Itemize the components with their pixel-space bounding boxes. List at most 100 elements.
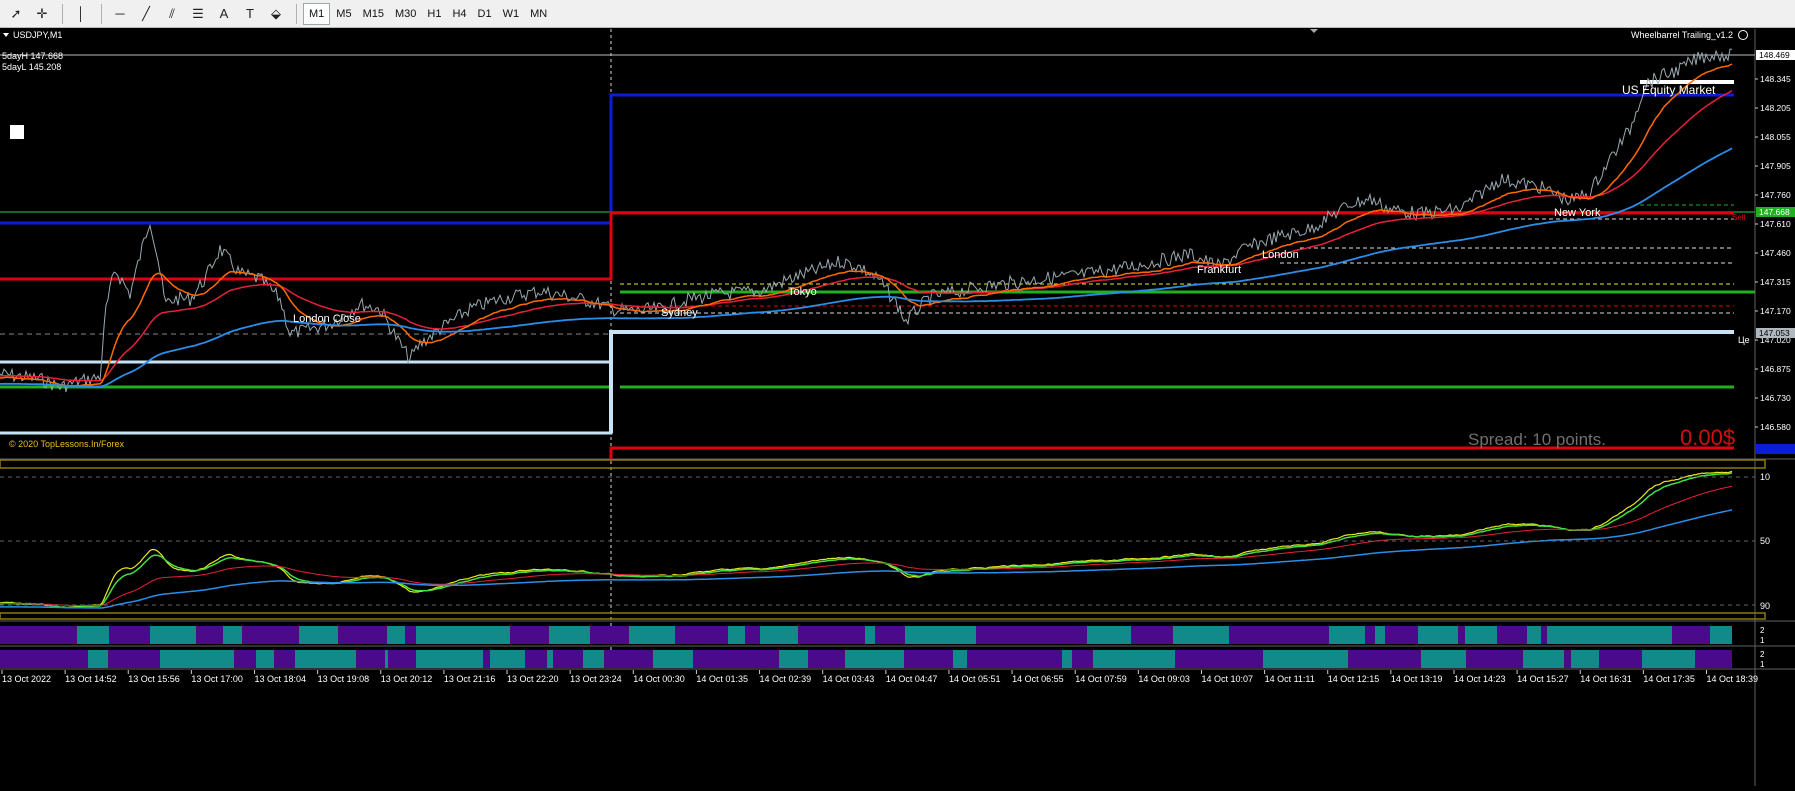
chart-shift-marker-icon[interactable] [1310, 29, 1318, 33]
level-lightblue-box[interactable] [0, 360, 613, 435]
fibonacci-icon[interactable]: ☰ [186, 3, 210, 25]
toolbar-separator [296, 3, 297, 24]
timeframe-m1-button[interactable]: M1 [303, 2, 331, 25]
price-series-line [0, 48, 1733, 393]
price-axis-label: 148.055 [1760, 132, 1791, 142]
histogram-bar-row1 [77, 626, 90, 644]
histogram-bar-row2 [324, 650, 350, 668]
chart-canvas[interactable]: USDJPY,M1 5dayH 147.668 5dayL 145.208 © … [0, 29, 1795, 786]
histogram-bar-row2 [1175, 650, 1216, 668]
histogram-bar-row2 [1496, 650, 1523, 668]
histogram-bar-row1 [90, 626, 109, 644]
time-axis-label: 14 Oct 05:51 [949, 674, 1001, 684]
timeframe-h4-button[interactable]: H4 [447, 3, 471, 25]
time-axis-label: 14 Oct 01:35 [696, 674, 748, 684]
time-axis[interactable]: 13 Oct 2022 13 Oct 14:52 13 Oct 15:56 13 Oc… [1, 670, 1758, 684]
histogram-bar-row1 [760, 626, 798, 644]
histogram-bar-row1 [1190, 626, 1229, 644]
session-label-frankfurt: Frankfurt [1197, 264, 1241, 276]
histogram-bar-row2 [234, 650, 256, 668]
symbol-title: USDJPY,M1 [13, 30, 62, 40]
histogram-bar-row1 [945, 626, 976, 644]
time-axis-label: 14 Oct 12:15 [1328, 674, 1380, 684]
dayhigh-price-tag: 147.668 [1759, 207, 1790, 217]
histogram-bar-row2 [1489, 650, 1496, 668]
level-red-low[interactable] [609, 446, 1734, 459]
histogram-bar-row2 [274, 650, 295, 668]
crosshair-icon[interactable]: ✛ [30, 3, 54, 25]
histogram-bar-row2 [1072, 650, 1093, 668]
time-axis-label: 13 Oct 19:08 [318, 674, 370, 684]
chart-menu-arrow-icon[interactable] [3, 33, 9, 37]
level-blue-price-tag [1756, 444, 1795, 454]
histogram-bar-row2 [388, 650, 416, 668]
osc-red-line [0, 485, 1733, 607]
histogram-bar-row1 [976, 626, 1014, 644]
current-price-tag: 148.469 [1759, 50, 1790, 60]
level-blue-high[interactable] [0, 93, 1734, 225]
histogram-bar-row1 [905, 626, 945, 644]
ea-smiley-icon[interactable] [1738, 30, 1748, 40]
histogram-bar-row1 [1375, 626, 1385, 644]
horizontal-line-icon[interactable]: ─ [108, 3, 132, 25]
timeframe-mn-button[interactable]: MN [525, 3, 552, 25]
histogram-bar-row2 [122, 650, 160, 668]
histogram-bar-row1 [865, 626, 875, 644]
panel-toggle-button[interactable] [10, 125, 24, 139]
histogram-bar-row1 [1547, 626, 1574, 644]
histogram-bar-row2 [547, 650, 553, 668]
histogram-bar-row2 [1523, 650, 1564, 668]
trendline-icon[interactable]: ╱ [134, 3, 158, 25]
text-label-icon[interactable]: T [238, 3, 262, 25]
chart-area[interactable]: USDJPY,M1 5dayH 147.668 5dayL 145.208 © … [0, 29, 1795, 786]
spread-text: Spread: 10 points. [1468, 430, 1606, 449]
histogram-bar-row1 [1710, 626, 1732, 644]
histogram-bar-row2 [179, 650, 197, 668]
timeframe-m15-button[interactable]: M15 [358, 3, 389, 25]
histogram-bar-row2 [871, 650, 904, 668]
histogram-bar-row2 [1642, 650, 1653, 668]
histogram-bar-row1 [1433, 626, 1458, 644]
histogram-bar-row1 [1608, 626, 1617, 644]
timeframe-d1-button[interactable]: D1 [473, 3, 497, 25]
histogram-bar-row2 [1389, 650, 1421, 668]
info-5day-high: 5dayH 147.668 [2, 51, 63, 61]
vertical-line-icon[interactable]: │ [69, 3, 93, 25]
histogram-bar-row2 [88, 650, 101, 668]
histogram-bar-row2 [632, 650, 653, 668]
histogram-bar-row1 [242, 626, 281, 644]
histogram-bar-row1 [1418, 626, 1433, 644]
session-label-us-equity: US Equity Market [1622, 83, 1716, 97]
cursor-icon[interactable]: ➚ [4, 3, 28, 25]
histogram-bar-row2 [0, 650, 17, 668]
histogram-bar-row2 [946, 650, 953, 668]
session-label-london: London [1262, 249, 1299, 261]
histogram-bar-row1 [578, 626, 590, 644]
equidistant-channel-icon[interactable]: ⫽ [160, 3, 184, 25]
time-axis-label: 14 Oct 00:30 [633, 674, 685, 684]
toolbar-separator [101, 3, 102, 24]
histogram-bar-row2 [416, 650, 457, 668]
histogram-bar-row2 [845, 650, 871, 668]
timeframe-w1-button[interactable]: W1 [498, 3, 525, 25]
histogram-bar-row1 [1641, 626, 1672, 644]
timeframe-m5-button[interactable]: M5 [331, 3, 356, 25]
histogram-bar-row1 [510, 626, 549, 644]
timeframe-h1-button[interactable]: H1 [422, 3, 446, 25]
level-lightblue[interactable] [609, 330, 1734, 433]
histogram-bar-row2 [483, 650, 490, 668]
shapes-icon[interactable]: ⬙ [264, 3, 288, 25]
histogram-bar-row1 [1694, 626, 1710, 644]
histogram-bar-row1 [494, 626, 510, 644]
text-icon[interactable]: A [212, 3, 236, 25]
time-axis-label: 14 Oct 10:07 [1201, 674, 1253, 684]
price-axis-label: 148.205 [1760, 103, 1791, 113]
histogram-bar-row1 [416, 626, 457, 644]
histogram-bar-row1 [1261, 626, 1293, 644]
time-axis-label: 14 Oct 16:31 [1580, 674, 1632, 684]
chart-toolbar: ➚ ✛ │ ─ ╱ ⫽ ☰ A T ⬙ M1 M5 M15 M30 H1 H4 D1 W1 MN [0, 0, 1795, 28]
timeframe-m30-button[interactable]: M30 [390, 3, 421, 25]
histogram-bar-row2 [197, 650, 234, 668]
histogram-bar-row1 [590, 626, 622, 644]
price-axis[interactable]: 148.345 148.205 148.055 147.905 147.760 147.6… [1755, 74, 1791, 432]
